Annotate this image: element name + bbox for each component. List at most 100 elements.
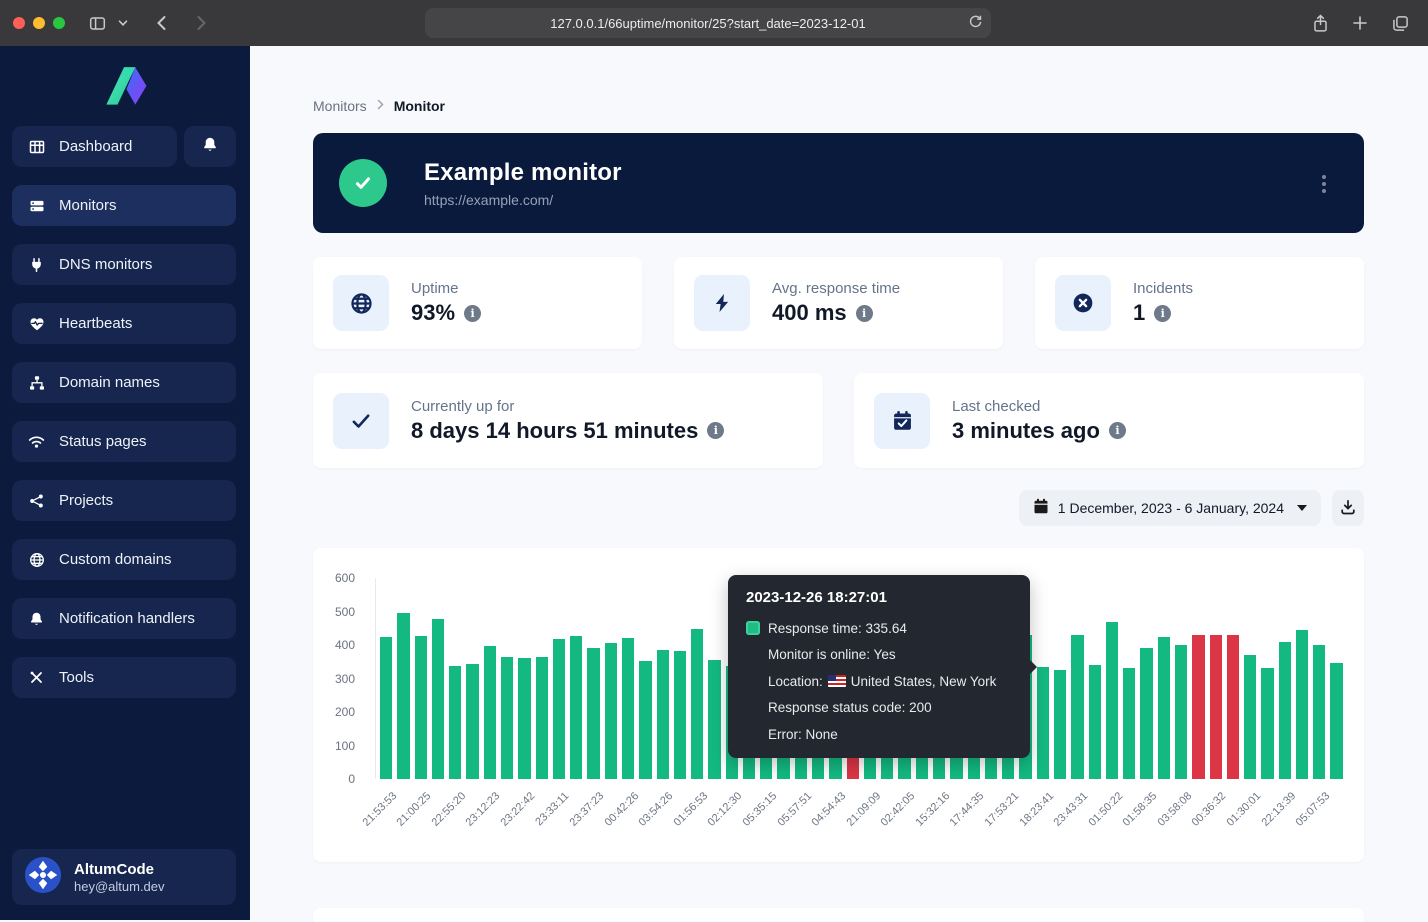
wifi-icon: [28, 434, 45, 449]
close-window-button[interactable]: [13, 17, 25, 29]
sidebar-item-notification-handlers[interactable]: Notification handlers: [12, 598, 236, 639]
stat-value: 8 days 14 hours 51 minutes: [411, 418, 698, 444]
bar[interactable]: [1296, 630, 1308, 779]
chevron-down-icon[interactable]: [115, 9, 131, 37]
bar[interactable]: [1089, 665, 1101, 779]
bar[interactable]: [380, 637, 392, 779]
bar[interactable]: [570, 636, 582, 779]
bar[interactable]: [587, 648, 599, 779]
info-icon[interactable]: i: [856, 305, 873, 322]
bar[interactable]: [639, 661, 651, 779]
minimize-window-button[interactable]: [33, 17, 45, 29]
bar[interactable]: [1210, 635, 1222, 779]
main-content: Monitors Monitor Example monitor https:/…: [250, 46, 1428, 920]
sidebar-item-custom-domains[interactable]: Custom domains: [12, 539, 236, 580]
notifications-button[interactable]: [184, 126, 236, 167]
sidebar-item-label: Notification handlers: [59, 610, 195, 627]
address-bar[interactable]: 127.0.0.1/66uptime/monitor/25?start_date…: [425, 8, 991, 38]
bar[interactable]: [1192, 635, 1204, 779]
bar[interactable]: [1330, 663, 1342, 779]
bar[interactable]: [1175, 645, 1187, 779]
bar[interactable]: [674, 651, 686, 779]
bar[interactable]: [536, 657, 548, 779]
bar[interactable]: [432, 619, 444, 779]
bar[interactable]: [1071, 635, 1083, 779]
response-time-chart: 0100200300400500600 21:53:5321:00:2522:5…: [313, 548, 1364, 862]
back-button[interactable]: [147, 9, 175, 37]
bar[interactable]: [1106, 622, 1118, 779]
bar[interactable]: [1227, 635, 1239, 779]
bar[interactable]: [501, 657, 513, 779]
zoom-window-button[interactable]: [53, 17, 65, 29]
bar[interactable]: [484, 646, 496, 779]
bar[interactable]: [622, 638, 634, 779]
download-button[interactable]: [1332, 490, 1364, 526]
bar[interactable]: [657, 650, 669, 779]
sitemap-icon: [28, 375, 45, 391]
info-icon[interactable]: i: [464, 305, 481, 322]
tooltip-response-time: Response time: 335.64: [768, 621, 907, 636]
monitor-url[interactable]: https://example.com/: [424, 192, 622, 208]
sidebar-item-domain-names[interactable]: Domain names: [12, 362, 236, 403]
sidebar-item-dashboard[interactable]: Dashboard: [12, 126, 177, 167]
new-tab-icon[interactable]: [1346, 9, 1374, 37]
sidebar: Dashboard Monitors DNS monitors: [0, 46, 250, 920]
bar[interactable]: [1158, 637, 1170, 779]
forward-button[interactable]: [187, 9, 215, 37]
sidebar-toggle-icon[interactable]: [83, 9, 111, 37]
app-logo[interactable]: [0, 46, 250, 126]
wrench-screwdriver-icon: [28, 670, 45, 685]
tooltip-status-code: Response status code: 200: [768, 700, 932, 715]
bar[interactable]: [1054, 670, 1066, 779]
sidebar-item-dns-monitors[interactable]: DNS monitors: [12, 244, 236, 285]
bar[interactable]: [466, 664, 478, 779]
y-axis-labels: 0100200300400500600: [313, 578, 365, 779]
date-range-picker[interactable]: 1 December, 2023 - 6 January, 2024: [1019, 490, 1321, 526]
bar[interactable]: [415, 636, 427, 779]
bar[interactable]: [397, 613, 409, 779]
bar[interactable]: [1037, 667, 1049, 779]
sidebar-item-label: Tools: [59, 669, 94, 686]
bar[interactable]: [518, 658, 530, 779]
sidebar-item-label: Projects: [59, 492, 113, 509]
sidebar-item-label: Dashboard: [59, 138, 132, 155]
sidebar-item-monitors[interactable]: Monitors: [12, 185, 236, 226]
bar[interactable]: [1140, 648, 1152, 779]
bar[interactable]: [1123, 668, 1135, 779]
grid-icon: [28, 139, 45, 155]
status-up-icon: [339, 159, 387, 207]
tabs-overview-icon[interactable]: [1386, 9, 1414, 37]
circle-x-icon: [1055, 275, 1111, 331]
sidebar-item-projects[interactable]: Projects: [12, 480, 236, 521]
bar[interactable]: [1313, 645, 1325, 779]
bar[interactable]: [449, 666, 461, 779]
info-icon[interactable]: i: [1154, 305, 1171, 322]
bar[interactable]: [605, 643, 617, 779]
plug-icon: [28, 257, 45, 273]
info-icon[interactable]: i: [1109, 422, 1126, 439]
stat-label: Incidents: [1133, 280, 1193, 297]
bar[interactable]: [708, 660, 720, 779]
avatar: [24, 856, 62, 899]
bar[interactable]: [553, 639, 565, 779]
bar[interactable]: [691, 629, 703, 779]
reload-icon[interactable]: [968, 13, 983, 33]
bar[interactable]: [1261, 668, 1273, 779]
share-icon[interactable]: [1306, 9, 1334, 37]
sidebar-item-status-pages[interactable]: Status pages: [12, 421, 236, 462]
traffic-lights: [13, 17, 65, 29]
y-tick-label: 500: [335, 605, 355, 619]
bar[interactable]: [1244, 655, 1256, 779]
last-checked-card: Last checked 3 minutes ago i: [854, 373, 1364, 468]
breadcrumb-monitors-link[interactable]: Monitors: [313, 98, 367, 114]
bar[interactable]: [1279, 642, 1291, 779]
heart-pulse-icon: [28, 316, 45, 332]
breadcrumb: Monitors Monitor: [313, 96, 1428, 116]
user-email: hey@altum.dev: [74, 879, 165, 894]
user-account-card[interactable]: AltumCode hey@altum.dev: [12, 849, 236, 905]
info-icon[interactable]: i: [707, 422, 724, 439]
monitor-menu-button[interactable]: [1318, 171, 1330, 197]
stat-value: 3 minutes ago: [952, 418, 1100, 444]
sidebar-item-heartbeats[interactable]: Heartbeats: [12, 303, 236, 344]
sidebar-item-tools[interactable]: Tools: [12, 657, 236, 698]
